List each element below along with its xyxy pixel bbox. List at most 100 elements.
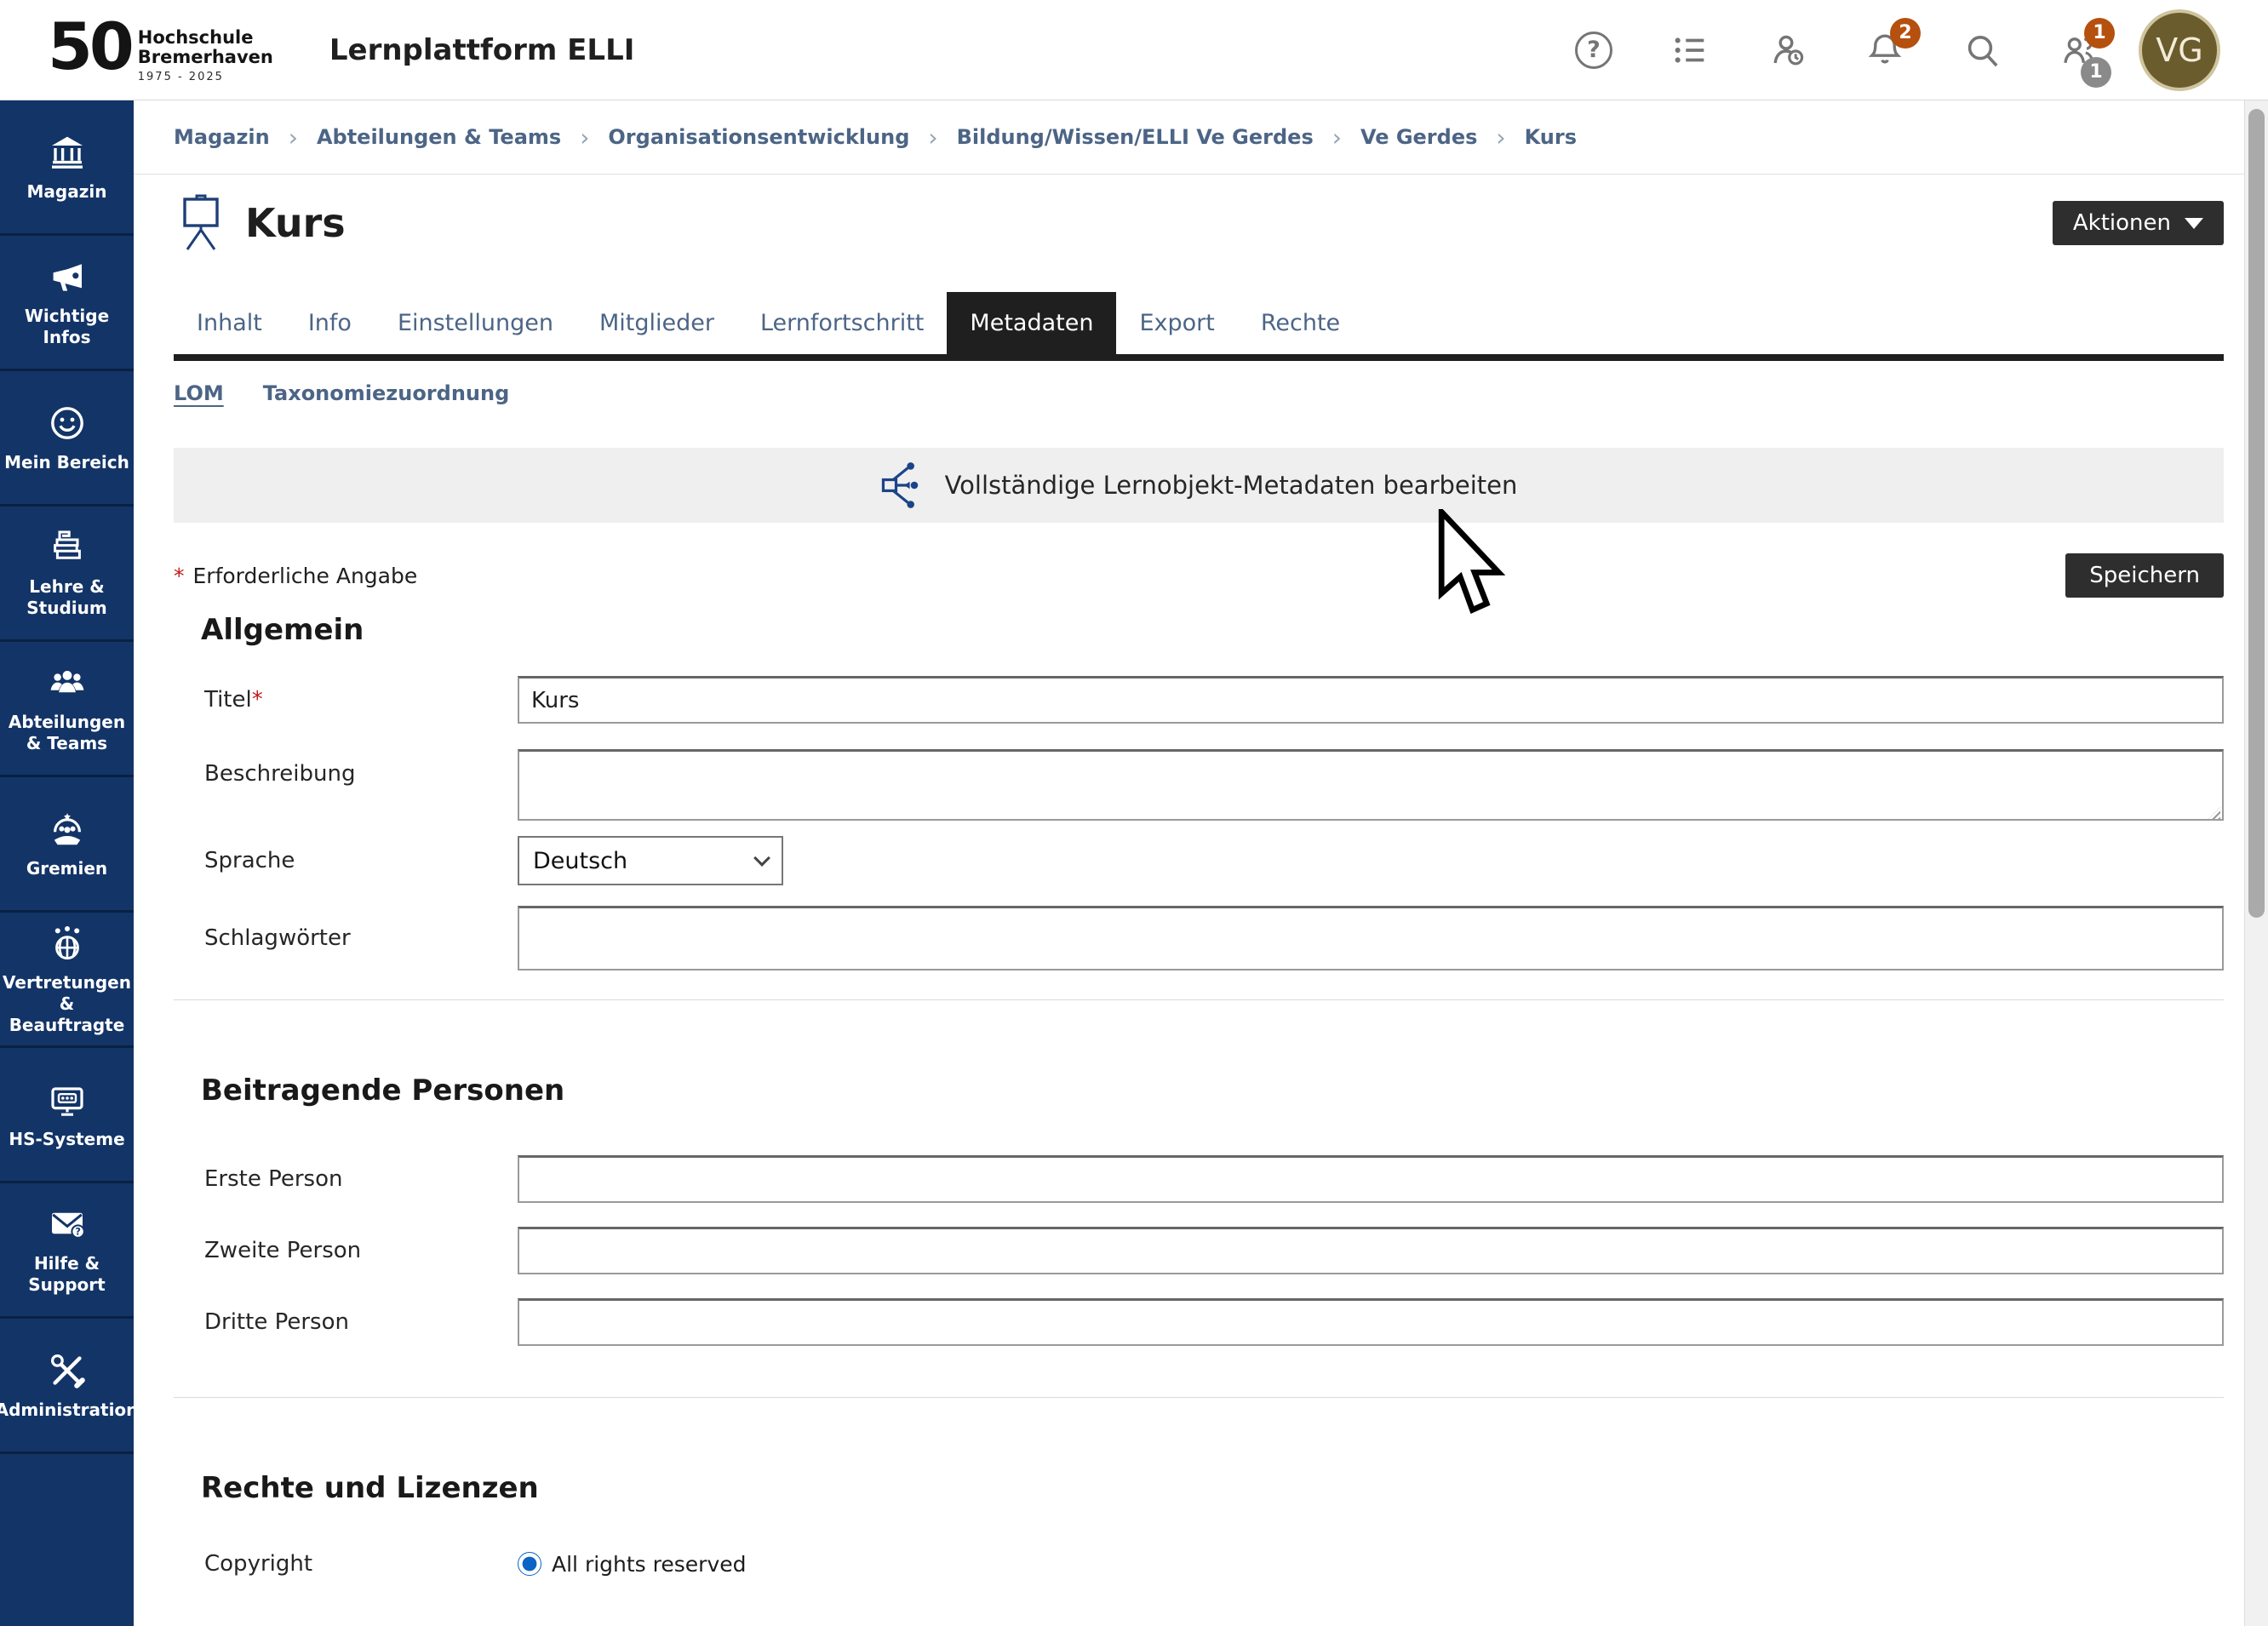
header-icon-bar: ? 2 <box>1573 30 2099 71</box>
form-row-dritte-person: Dritte Person <box>174 1298 2224 1346</box>
chevron-down-icon <box>753 850 770 867</box>
sidebar-item-administration[interactable]: Administration <box>0 1319 134 1454</box>
section-divider <box>174 999 2224 1000</box>
monitor-password-icon <box>47 1079 88 1120</box>
people-group-icon <box>47 662 88 703</box>
edit-full-metadata-label: Vollständige Lernobjekt-Metadaten bearbe… <box>945 471 1518 500</box>
help-icon[interactable]: ? <box>1573 30 1614 71</box>
titel-required-asterisk: * <box>252 687 263 713</box>
form-row-erste-person: Erste Person <box>174 1155 2224 1203</box>
sidebar-item-hs-systeme[interactable]: HS-Systeme <box>0 1048 134 1183</box>
app-title: Lernplattform ELLI <box>329 33 635 67</box>
breadcrumb-item-kurs[interactable]: Kurs <box>1525 125 1577 149</box>
megaphone-icon <box>47 256 88 297</box>
course-flipchart-icon <box>174 193 228 253</box>
sidebar-item-gremien[interactable]: Gremien <box>0 777 134 913</box>
copyright-all-rights-radio[interactable] <box>518 1552 541 1576</box>
section-divider <box>174 1397 2224 1398</box>
erste-person-input[interactable] <box>518 1155 2224 1203</box>
copyright-label: Copyright <box>174 1551 518 1577</box>
breadcrumb-item-ve-gerdes[interactable]: Ve Gerdes <box>1360 125 1477 149</box>
notifications-bell-icon[interactable]: 2 <box>1864 30 1905 71</box>
zweite-person-label: Zweite Person <box>174 1238 518 1263</box>
metadata-tree-icon <box>880 461 925 510</box>
form-row-zweite-person: Zweite Person <box>174 1227 2224 1274</box>
erste-person-label: Erste Person <box>174 1166 518 1192</box>
sidebar-item-wichtige-infos[interactable]: Wichtige Infos <box>0 236 134 371</box>
form-row-sprache: Sprache Deutsch <box>174 836 2224 885</box>
breadcrumb-separator: › <box>928 123 937 152</box>
page-title-row: Kurs Aktionen <box>174 193 2224 253</box>
user-session-clock-icon[interactable] <box>1767 30 1808 71</box>
contacts-icon[interactable]: 1 1 <box>2059 30 2099 71</box>
breadcrumb-separator: › <box>580 123 589 152</box>
sidebar-item-mein-bereich[interactable]: Mein Bereich <box>0 371 134 507</box>
zweite-person-input[interactable] <box>518 1227 2224 1274</box>
committee-icon <box>47 809 88 850</box>
titel-input[interactable] <box>518 676 2224 724</box>
sidebar-item-abteilungen-teams[interactable]: Abteilungen & Teams <box>0 642 134 777</box>
form-row-copyright: Copyright All rights reserved <box>174 1551 2224 1577</box>
dritte-person-input[interactable] <box>518 1298 2224 1346</box>
logo-years: 1975 - 2025 <box>138 71 273 83</box>
breadcrumb-item-magazin[interactable]: Magazin <box>174 125 270 149</box>
section-heading-beitragende: Beitragende Personen <box>201 1074 2224 1108</box>
vertical-scrollbar-thumb[interactable] <box>2248 109 2265 918</box>
tab-mitglieder[interactable]: Mitglieder <box>576 292 737 354</box>
caret-down-icon <box>2185 218 2203 229</box>
subtab-lom[interactable]: LOM <box>174 381 224 405</box>
breadcrumb-item-bildung-wissen[interactable]: Bildung/Wissen/ELLI Ve Gerdes <box>957 125 1314 149</box>
dritte-person-label: Dritte Person <box>174 1309 518 1335</box>
page-title: Kurs <box>245 200 346 246</box>
form-row-schlagwoerter: Schlagwörter <box>174 906 2224 970</box>
beschreibung-textarea[interactable] <box>518 749 2224 821</box>
sidebar-item-lehre-studium[interactable]: Lehre & Studium <box>0 507 134 642</box>
breadcrumb-separator: › <box>289 123 298 152</box>
university-logo: 50 Hochschule Bremerhaven 1975 - 2025 <box>48 16 273 83</box>
tab-export[interactable]: Export <box>1116 292 1237 354</box>
screen: 50 Hochschule Bremerhaven 1975 - 2025 Le… <box>0 0 2268 1626</box>
edit-full-metadata-link[interactable]: Vollständige Lernobjekt-Metadaten bearbe… <box>174 448 2224 523</box>
magnifier-icon <box>1962 30 2002 71</box>
section-heading-rechte: Rechte und Lizenzen <box>201 1471 2224 1505</box>
sprache-selected-value: Deutsch <box>533 848 627 874</box>
tab-lernfortschritt[interactable]: Lernfortschritt <box>737 292 947 354</box>
logo-line1: Hochschule <box>138 28 273 48</box>
required-hint: *Erforderliche Angabe <box>174 564 417 588</box>
subtab-taxonomiezuordnung[interactable]: Taxonomiezuordnung <box>263 381 510 405</box>
contacts-badge-top: 1 <box>2084 18 2115 49</box>
breadcrumb-separator: › <box>1496 123 1505 152</box>
main-menu-list-icon[interactable] <box>1670 30 1711 71</box>
sidebar-filler <box>0 1454 134 1626</box>
sub-tab-bar: LOM Taxonomiezuordnung <box>174 381 2224 405</box>
notification-badge: 2 <box>1890 18 1921 49</box>
schlagwoerter-input[interactable] <box>518 906 2224 970</box>
svg-text:?: ? <box>75 1227 81 1238</box>
tab-einstellungen[interactable]: Einstellungen <box>375 292 576 354</box>
sidebar-item-hilfe-support[interactable]: ? Hilfe & Support <box>0 1183 134 1319</box>
breadcrumb-item-organisationsentwicklung[interactable]: Organisationsentwicklung <box>608 125 909 149</box>
copyright-option-label: All rights reserved <box>552 1552 747 1577</box>
required-asterisk: * <box>174 564 185 588</box>
sprache-label: Sprache <box>174 848 518 873</box>
sidebar-item-vertretungen-beauftragte[interactable]: Vertretungen & Beauftragte <box>0 913 134 1048</box>
vertical-scrollbar-track[interactable] <box>2244 100 2268 1626</box>
top-header: 50 Hochschule Bremerhaven 1975 - 2025 Le… <box>0 0 2268 100</box>
sidebar-item-magazin[interactable]: Magazin <box>0 100 134 236</box>
tab-inhalt[interactable]: Inhalt <box>174 292 285 354</box>
actions-button[interactable]: Aktionen <box>2053 201 2224 245</box>
contacts-badge-bottom: 1 <box>2081 57 2111 88</box>
sprache-select[interactable]: Deutsch <box>518 836 783 885</box>
tab-info[interactable]: Info <box>285 292 375 354</box>
save-button[interactable]: Speichern <box>2065 553 2224 598</box>
breadcrumb-item-abteilungen[interactable]: Abteilungen & Teams <box>317 125 561 149</box>
breadcrumb-separator: › <box>1332 123 1342 152</box>
mail-question-icon: ? <box>47 1204 88 1245</box>
section-heading-allgemein: Allgemein <box>201 613 2224 647</box>
user-avatar[interactable]: VG <box>2139 9 2220 91</box>
titel-label: Titel* <box>174 687 518 713</box>
search-icon[interactable] <box>1962 30 2002 71</box>
tab-rechte[interactable]: Rechte <box>1238 292 1363 354</box>
list-icon <box>1671 31 1710 70</box>
tab-metadaten[interactable]: Metadaten <box>947 292 1116 354</box>
